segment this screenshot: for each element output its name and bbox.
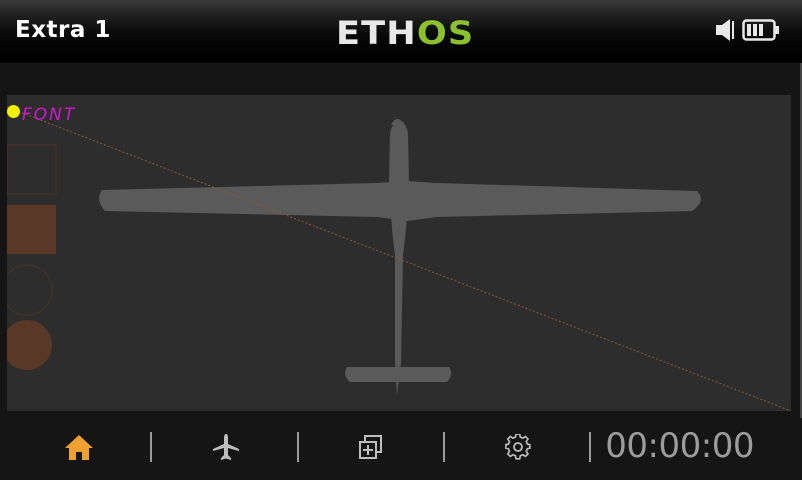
top-bar: Extra 1 ETHOS [0, 0, 802, 62]
nav-divider [589, 432, 591, 462]
speaker-icon[interactable] [714, 17, 736, 47]
widget-canvas[interactable]: FONT [7, 95, 791, 411]
screen-title: Extra 1 [15, 17, 111, 43]
outline-circle [7, 264, 53, 316]
header-separator [0, 62, 802, 63]
layers-icon[interactable] [356, 432, 386, 462]
battery-icon [742, 18, 780, 46]
airplane-silhouette [99, 119, 701, 395]
status-area [714, 17, 780, 47]
canvas-drawing [7, 106, 791, 411]
home-icon[interactable] [64, 432, 94, 462]
logo-os: OS [416, 14, 475, 52]
bottom-nav: 00:00:00 [0, 418, 802, 480]
gear-icon[interactable] [503, 432, 533, 462]
filled-circle [7, 320, 52, 370]
font-label: FONT [22, 105, 77, 125]
nav-divider [297, 432, 299, 462]
yellow-dot [7, 105, 20, 118]
outline-rectangle [7, 144, 57, 195]
ethos-logo: ETHOS [336, 14, 474, 52]
timer-display[interactable]: 00:00:00 [605, 426, 754, 466]
nav-divider [150, 432, 152, 462]
nav-divider [443, 432, 445, 462]
filled-rectangle [7, 205, 56, 254]
airplane-icon[interactable] [211, 432, 241, 462]
logo-eth: ETH [336, 14, 417, 52]
